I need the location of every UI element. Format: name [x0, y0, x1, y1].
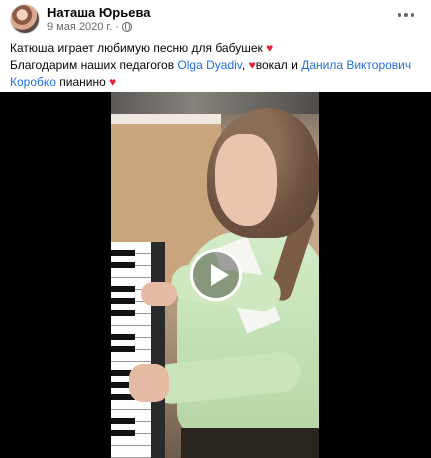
globe-icon	[121, 22, 132, 32]
post-text-line-3: Коробко пианино ♥	[10, 74, 420, 91]
meta-separator: ·	[115, 21, 119, 33]
teacher-link-danila-surname[interactable]: Коробко	[10, 75, 56, 89]
avatar[interactable]	[10, 4, 40, 34]
post-text-line-1: Катюша играет любимую песню для бабушек …	[10, 40, 420, 57]
author-name[interactable]: Наташа Юрьева	[47, 5, 151, 20]
thanks-text: Благодарим наших педагогов	[10, 58, 178, 72]
video-player[interactable]	[0, 92, 431, 458]
post-date[interactable]: 9 мая 2020 г.	[47, 21, 112, 33]
heart-icon: ♥	[248, 58, 256, 72]
post-meta: 9 мая 2020 г. ·	[47, 21, 132, 33]
teacher-link-danila[interactable]: Данила Викторович	[301, 58, 411, 72]
piano-text: пианино	[55, 75, 110, 89]
vocal-text: вокал и	[255, 58, 302, 72]
comma-text: ,	[241, 58, 249, 72]
heart-icon: ♥	[266, 41, 274, 55]
post-text-caption: Катюша играет любимую песню для бабушек	[10, 41, 267, 55]
post-text: Катюша играет любимую песню для бабушек …	[10, 40, 420, 91]
more-options-icon[interactable]	[395, 8, 417, 22]
heart-icon: ♥	[109, 75, 117, 89]
post-text-line-2: Благодарим наших педагогов Olga Dyadiv, …	[10, 57, 420, 74]
teacher-link-olga[interactable]: Olga Dyadiv	[177, 58, 241, 72]
post-header: Наташа Юрьева 9 мая 2020 г. ·	[0, 0, 431, 38]
play-icon[interactable]	[190, 249, 242, 301]
